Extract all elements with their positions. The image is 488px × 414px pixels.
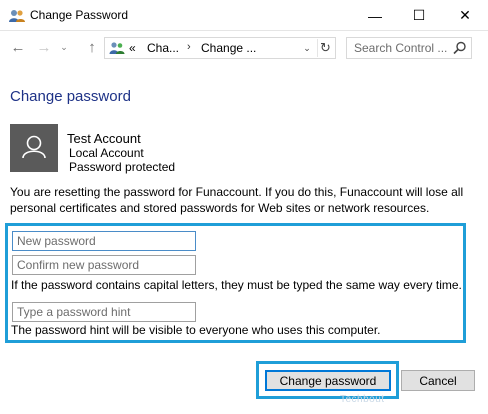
control-panel-icon xyxy=(109,42,125,54)
breadcrumb-user-accounts[interactable]: Cha... xyxy=(147,41,179,55)
hint-visibility-note: The password hint will be visible to eve… xyxy=(11,323,381,337)
address-overflow-chevron[interactable]: « xyxy=(129,41,136,55)
search-icon[interactable] xyxy=(453,41,467,55)
maximize-button[interactable]: ☐ xyxy=(396,0,442,31)
page-title: Change password xyxy=(10,88,131,105)
users-icon xyxy=(9,10,25,22)
reset-warning-text: You are resetting the password for Funac… xyxy=(10,185,464,215)
address-dropdown-button[interactable]: ⌄ xyxy=(299,39,315,57)
account-status: Password protected xyxy=(69,160,176,174)
close-button[interactable]: ✕ xyxy=(442,0,488,31)
search-box[interactable]: Search Control ... xyxy=(346,37,472,59)
up-button[interactable]: ↑ xyxy=(82,37,102,57)
breadcrumb-change-password[interactable]: Change ... xyxy=(201,41,256,55)
minimize-button[interactable]: — xyxy=(352,0,398,31)
recent-locations-dropdown[interactable]: ⌄ xyxy=(58,37,70,57)
account-type: Local Account xyxy=(69,146,144,160)
search-placeholder[interactable]: Search Control ... xyxy=(354,41,447,55)
window-title: Change Password xyxy=(30,8,129,22)
new-password-field[interactable] xyxy=(12,231,196,251)
user-icon xyxy=(22,135,46,159)
back-button[interactable]: ← xyxy=(8,37,28,57)
capitalization-note: If the password contains capital letters… xyxy=(11,278,462,292)
confirm-password-field[interactable] xyxy=(12,255,196,275)
navigation-bar: ← → ⌄ ↑ « Cha... › Change ... ⌄ ↻ Search… xyxy=(0,31,488,65)
forward-button[interactable]: → xyxy=(34,37,54,57)
title-bar: Change Password — ☐ ✕ xyxy=(0,0,488,31)
change-password-button[interactable]: Change password xyxy=(265,370,391,391)
breadcrumb-separator[interactable]: › xyxy=(187,41,191,53)
watermark: Techbout xyxy=(340,394,385,405)
avatar xyxy=(10,124,58,172)
account-name: Test Account xyxy=(67,131,141,146)
password-hint-field[interactable] xyxy=(12,302,196,322)
refresh-button[interactable]: ↻ xyxy=(317,39,333,57)
address-bar[interactable]: « Cha... › Change ... ⌄ ↻ xyxy=(104,37,336,59)
cancel-button[interactable]: Cancel xyxy=(401,370,475,391)
